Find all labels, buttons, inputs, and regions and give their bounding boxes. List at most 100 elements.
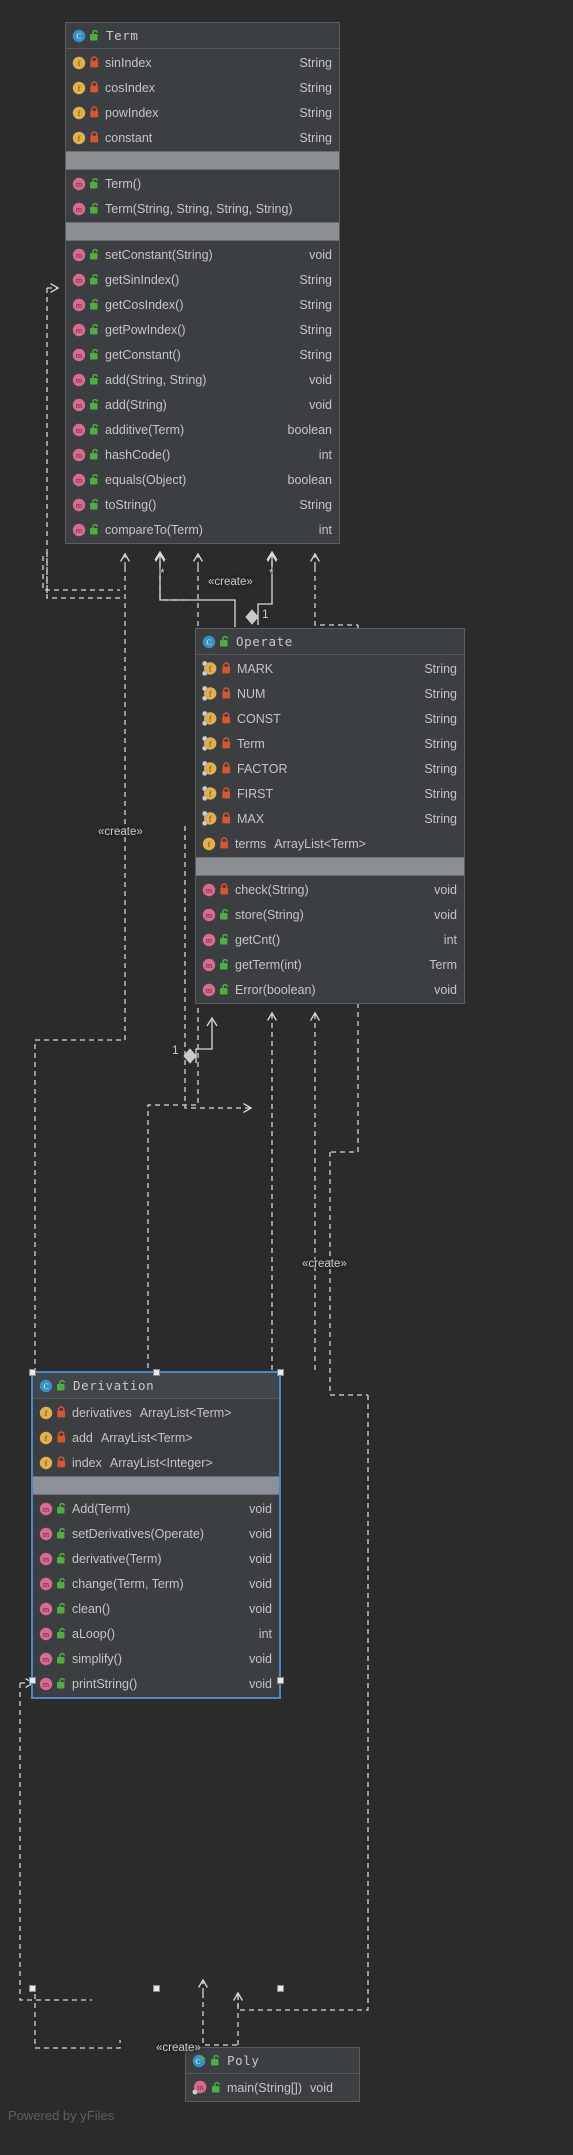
member-row[interactable]: m change(Term, Term) void: [33, 1571, 279, 1596]
class-box-poly[interactable]: C Poly m main(String[]) void: [185, 2047, 360, 2102]
member-name: FIRST: [237, 786, 274, 801]
class-box-operate[interactable]: C Operate f MARK String f NUM String f CONST Str…: [195, 628, 465, 1004]
member-icons: f: [72, 106, 100, 120]
member-name: derivatives: [72, 1405, 132, 1420]
member-row[interactable]: m simplify() void: [33, 1646, 279, 1671]
member-row[interactable]: m getPowIndex() String: [66, 317, 339, 342]
member-name: MARK: [237, 661, 274, 676]
member-name: constant: [105, 130, 153, 145]
member-icons: f: [202, 661, 232, 676]
svg-text:f: f: [209, 789, 212, 799]
method-icon: m: [72, 323, 86, 337]
member-row[interactable]: f constant String: [66, 125, 339, 150]
member-row[interactable]: f index ArrayList<Integer>: [33, 1450, 279, 1475]
member-row[interactable]: m getCosIndex() String: [66, 292, 339, 317]
member-row[interactable]: m compareTo(Term) int: [66, 517, 339, 542]
svg-text:m: m: [43, 1580, 50, 1589]
unlock-green-icon: [56, 1502, 67, 1515]
selection-handle-nw[interactable]: [29, 1369, 36, 1376]
member-row[interactable]: f FACTOR String: [196, 756, 464, 781]
lock-red-icon: [56, 1431, 67, 1444]
member-icons: m: [72, 273, 100, 287]
svg-text:m: m: [43, 1505, 50, 1514]
edge-label-one-2: 1: [172, 1043, 179, 1057]
member-type: ArrayList<Term>: [100, 1430, 193, 1445]
member-row[interactable]: m clean() void: [33, 1596, 279, 1621]
unlock-green-icon: [219, 958, 230, 971]
unlock-green-icon: [89, 523, 100, 536]
member-icons: m: [202, 958, 230, 972]
member-row[interactable]: m add(String, String) void: [66, 367, 339, 392]
class-header-derivation: C Derivation: [33, 1373, 279, 1399]
member-type: void: [249, 1601, 272, 1616]
member-row[interactable]: m getCnt() int: [196, 927, 464, 952]
member-row[interactable]: f cosIndex String: [66, 75, 339, 100]
method-icon: m: [72, 498, 86, 512]
method-icon: m: [202, 933, 216, 947]
selection-handle-se[interactable]: [277, 1985, 284, 1992]
member-row[interactable]: f FIRST String: [196, 781, 464, 806]
member-row[interactable]: f MARK String: [196, 656, 464, 681]
class-box-derivation[interactable]: C Derivation f derivatives ArrayList<Term>…: [32, 1372, 280, 1698]
unlock-green-icon: [89, 423, 100, 436]
member-type: String: [424, 661, 457, 676]
method-icon: m: [72, 398, 86, 412]
member-name: add: [72, 1430, 93, 1445]
svg-text:m: m: [76, 276, 83, 285]
field-static-icon: f: [202, 661, 218, 676]
member-name: printString(): [72, 1676, 138, 1691]
methods-section-poly: m main(String[]) void: [186, 2074, 359, 2101]
member-row[interactable]: m toString() String: [66, 492, 339, 517]
member-name: Error(boolean): [235, 982, 316, 997]
member-type: Term: [429, 957, 457, 972]
svg-text:m: m: [76, 326, 83, 335]
member-icons: f: [72, 131, 100, 145]
member-row[interactable]: m Term(): [66, 171, 339, 196]
member-row[interactable]: m equals(Object) boolean: [66, 467, 339, 492]
member-icons: f: [202, 686, 232, 701]
member-row[interactable]: f Term String: [196, 731, 464, 756]
lock-red-icon: [221, 737, 232, 750]
selection-handle-w[interactable]: [29, 1677, 36, 1684]
member-row[interactable]: f CONST String: [196, 706, 464, 731]
member-row[interactable]: m store(String) void: [196, 902, 464, 927]
selection-handle-s[interactable]: [153, 1985, 160, 1992]
member-row[interactable]: m hashCode() int: [66, 442, 339, 467]
edge-label-create-4: «create»: [156, 2042, 201, 2054]
member-row[interactable]: m Error(boolean) void: [196, 977, 464, 1002]
member-row[interactable]: m setConstant(String) void: [66, 242, 339, 267]
selection-handle-sw[interactable]: [29, 1985, 36, 1992]
member-row[interactable]: f sinIndex String: [66, 50, 339, 75]
member-icons: m: [72, 498, 100, 512]
member-icons: m: [39, 1602, 67, 1616]
member-row[interactable]: f terms ArrayList<Term>: [196, 831, 464, 856]
selection-handle-n[interactable]: [153, 1369, 160, 1376]
member-row[interactable]: f add ArrayList<Term>: [33, 1425, 279, 1450]
member-row[interactable]: m printString() void: [33, 1671, 279, 1696]
method-icon: m: [202, 958, 216, 972]
member-row[interactable]: m derivative(Term) void: [33, 1546, 279, 1571]
svg-text:m: m: [76, 376, 83, 385]
selection-handle-ne[interactable]: [277, 1369, 284, 1376]
member-row[interactable]: m check(String) void: [196, 877, 464, 902]
member-row[interactable]: m add(String) void: [66, 392, 339, 417]
member-row[interactable]: m aLoop() int: [33, 1621, 279, 1646]
member-row[interactable]: m additive(Term) boolean: [66, 417, 339, 442]
member-row[interactable]: m Add(Term) void: [33, 1496, 279, 1521]
lock-red-icon: [221, 712, 232, 725]
member-row[interactable]: m getTerm(int) Term: [196, 952, 464, 977]
member-row[interactable]: f powIndex String: [66, 100, 339, 125]
member-row[interactable]: f derivatives ArrayList<Term>: [33, 1400, 279, 1425]
member-row[interactable]: m setDerivatives(Operate) void: [33, 1521, 279, 1546]
member-row[interactable]: f MAX String: [196, 806, 464, 831]
member-name: derivative(Term): [72, 1551, 162, 1566]
member-row[interactable]: m main(String[]) void: [186, 2075, 359, 2100]
section-divider: [66, 151, 339, 170]
field-static-icon: f: [202, 811, 218, 826]
member-row[interactable]: f NUM String: [196, 681, 464, 706]
class-box-term[interactable]: C Term f sinIndex String f cosIndex String f po…: [65, 22, 340, 544]
selection-handle-e[interactable]: [277, 1677, 284, 1684]
member-row[interactable]: m Term(String, String, String, String): [66, 196, 339, 221]
member-row[interactable]: m getSinIndex() String: [66, 267, 339, 292]
member-row[interactable]: m getConstant() String: [66, 342, 339, 367]
